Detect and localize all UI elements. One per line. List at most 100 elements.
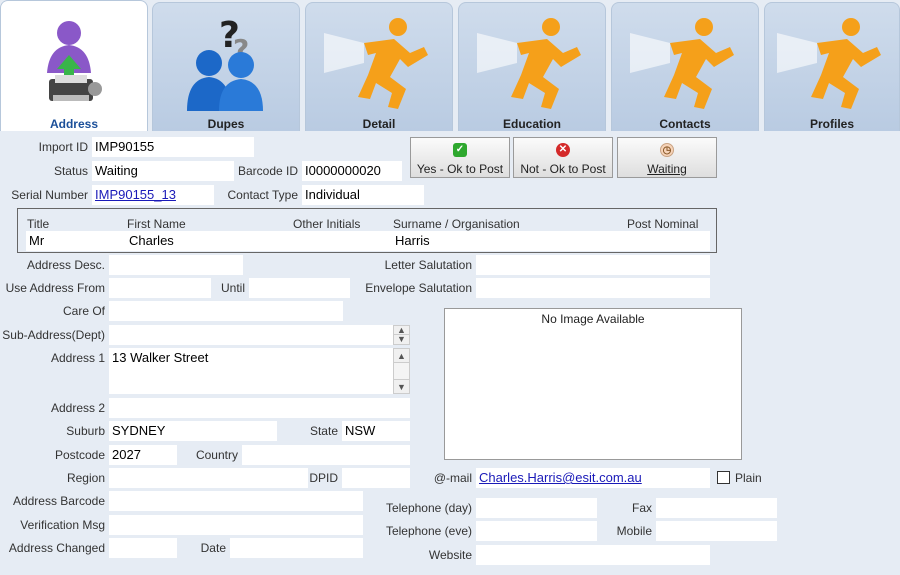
dpid-label: DPID (309, 471, 338, 485)
contact-type-label: Contact Type (227, 188, 299, 202)
state-label: State (309, 424, 338, 438)
letter-salutation-field[interactable] (476, 255, 710, 275)
address-barcode-label: Address Barcode (12, 494, 105, 508)
mobile-field[interactable] (656, 521, 777, 541)
waiting-label: Waiting (647, 162, 687, 176)
barcode-id-label: Barcode ID (238, 164, 299, 178)
address-1-field[interactable]: 13 Walker Street (109, 348, 393, 394)
address-panel: Import ID IMP90155 Status Waiting Barcod… (0, 131, 900, 575)
name-group: Title Mr First Name Charles Other Initia… (17, 208, 717, 253)
not-ok-to-post-button[interactable]: ✕ Not - Ok to Post (513, 137, 613, 178)
post-nominal-field[interactable] (626, 231, 710, 251)
yes-ok-to-post-label: Yes - Ok to Post (416, 162, 504, 176)
title-label: Title (27, 217, 50, 231)
check-icon: ✓ (453, 143, 467, 157)
country-label: Country (195, 448, 238, 462)
email-label: @-mail (433, 471, 472, 485)
use-address-from-label: Use Address From (5, 281, 105, 295)
telephone-eve-field[interactable] (476, 521, 597, 541)
sub-address-label: Sub-Address(Dept) (2, 328, 105, 342)
postcode-label: Postcode (54, 448, 105, 462)
barcode-id-field[interactable]: I0000000020 (302, 161, 402, 181)
address-1-label: Address 1 (50, 351, 105, 365)
address-2-field[interactable] (109, 398, 410, 418)
duplicate-people-icon: ? ? (187, 15, 263, 111)
address-changed-label: Address Changed (8, 541, 105, 555)
waiting-button[interactable]: ◷ Waiting (617, 137, 717, 178)
surname-field[interactable]: Harris (392, 231, 626, 251)
photo-box[interactable]: No Image Available (444, 308, 742, 460)
import-id-field[interactable]: IMP90155 (92, 137, 254, 157)
surname-label: Surname / Organisation (393, 217, 520, 231)
verification-msg-label: Verification Msg (20, 518, 105, 532)
first-name-label: First Name (127, 217, 186, 231)
care-of-field[interactable] (109, 301, 343, 321)
scroll-up-icon[interactable]: ▲ (394, 349, 409, 363)
running-man-icon (477, 18, 581, 109)
tab-bar: Address ? ? Dupes Detail Education Conta… (0, 0, 900, 131)
address-changed-field[interactable] (109, 538, 177, 558)
tab-label: Address (49, 117, 99, 131)
letter-salutation-label: Letter Salutation (384, 258, 472, 272)
country-field[interactable] (242, 445, 410, 465)
website-field[interactable] (476, 545, 710, 565)
address-1-scrollbar[interactable]: ▲ ▼ (393, 348, 410, 394)
clock-icon: ◷ (660, 143, 674, 157)
serial-number-label: Serial Number (11, 188, 88, 202)
dpid-field[interactable] (342, 468, 410, 488)
tab-dupes[interactable]: ? ? Dupes (152, 2, 300, 131)
fax-label: Fax (631, 501, 652, 515)
until-field[interactable] (249, 278, 350, 298)
fax-field[interactable] (656, 498, 777, 518)
address-desc-label: Address Desc. (26, 258, 105, 272)
serial-number-link[interactable]: IMP90155_13 (92, 185, 214, 205)
tab-label: Education (502, 117, 561, 131)
state-field[interactable]: NSW (342, 421, 410, 441)
postcode-field[interactable]: 2027 (109, 445, 177, 465)
contact-editor: Address ? ? Dupes Detail Education Conta… (0, 0, 900, 575)
use-address-from-field[interactable] (109, 278, 211, 298)
sub-address-field[interactable] (109, 325, 393, 345)
care-of-label: Care Of (62, 304, 105, 318)
status-label: Status (53, 164, 88, 178)
first-name-field[interactable]: Charles (126, 231, 392, 251)
tab-profiles[interactable]: Profiles (764, 2, 900, 131)
tab-address[interactable]: Address (0, 0, 148, 131)
region-field[interactable] (109, 468, 308, 488)
email-link[interactable]: Charles.Harris@esit.com.au (476, 468, 710, 488)
address-desc-field[interactable] (109, 255, 243, 275)
verification-msg-field[interactable] (109, 515, 363, 535)
date-label: Date (200, 541, 226, 555)
mobile-label: Mobile (616, 524, 652, 538)
running-man-icon (324, 18, 428, 109)
until-label: Until (220, 281, 245, 295)
not-ok-to-post-label: Not - Ok to Post (520, 162, 606, 176)
suburb-field[interactable]: SYDNEY (109, 421, 277, 441)
website-label: Website (428, 548, 472, 562)
down-arrow-icon[interactable]: ▼ (394, 335, 409, 344)
tab-label: Profiles (809, 117, 854, 131)
envelope-salutation-label: Envelope Salutation (365, 281, 472, 295)
running-man-icon (777, 18, 881, 109)
cross-icon: ✕ (556, 143, 570, 157)
scroll-down-icon[interactable]: ▼ (394, 379, 409, 393)
envelope-salutation-field[interactable] (476, 278, 710, 298)
plain-checkbox[interactable] (717, 471, 730, 484)
contact-type-field[interactable]: Individual (302, 185, 424, 205)
suburb-label: Suburb (66, 424, 105, 438)
address-barcode-field[interactable] (109, 491, 363, 511)
no-image-text: No Image Available (541, 312, 645, 326)
tab-detail[interactable]: Detail (305, 2, 453, 131)
post-nominal-label: Post Nominal (627, 217, 699, 231)
telephone-day-field[interactable] (476, 498, 597, 518)
tab-label: Detail (362, 117, 396, 131)
tab-contacts[interactable]: Contacts (611, 2, 759, 131)
title-field[interactable]: Mr (26, 231, 126, 251)
tab-education[interactable]: Education (458, 2, 606, 131)
status-field[interactable]: Waiting (92, 161, 234, 181)
date-field[interactable] (230, 538, 363, 558)
running-man-icon (630, 18, 734, 109)
person-printer-icon (47, 21, 102, 101)
sub-address-stepper[interactable]: ▲ ▼ (393, 325, 410, 345)
yes-ok-to-post-button[interactable]: ✓ Yes - Ok to Post (410, 137, 510, 178)
